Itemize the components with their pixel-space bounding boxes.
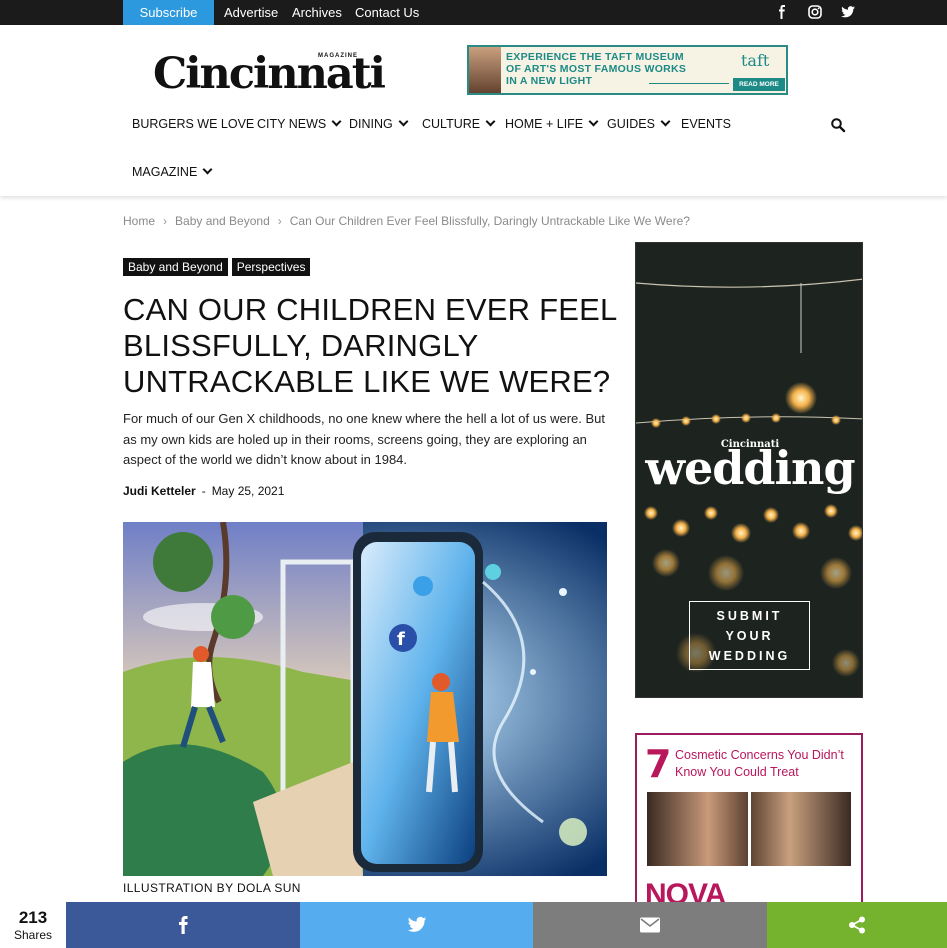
- cosmetic-ad-headline: Cosmetic Concerns You Didn’t Know You Co…: [675, 748, 844, 779]
- svg-text:f: f: [397, 629, 405, 650]
- share-count: 213 Shares: [0, 902, 66, 948]
- nav-events[interactable]: EVENTS: [681, 115, 731, 133]
- chevron-down-icon: [202, 164, 213, 175]
- wedding-ad[interactable]: Cincinnati wedding SUBMIT YOUR WEDDING: [635, 242, 863, 698]
- submit-your-wedding-button[interactable]: SUBMIT YOUR WEDDING: [689, 601, 810, 670]
- byline-separator: -: [201, 484, 206, 498]
- illustration-art: f: [123, 522, 607, 876]
- ad-arrow-line: [649, 83, 729, 84]
- site-header: Cincinnati MAGAZINE EXPERIENCE THE TAFT …: [0, 25, 947, 196]
- twitter-icon: [407, 916, 426, 932]
- nav-home-life[interactable]: HOME + LIFE: [505, 115, 599, 133]
- ad-line-3: IN A NEW LIGHT: [506, 75, 593, 87]
- twitter-icon[interactable]: [840, 4, 856, 20]
- more-share-button[interactable]: [767, 902, 947, 948]
- share-bar: 213 Shares: [0, 902, 947, 948]
- image-caption: ILLUSTRATION BY DOLA SUN: [123, 881, 301, 895]
- tag-baby-and-beyond[interactable]: Baby and Beyond: [123, 258, 228, 276]
- breadcrumb: Home › Baby and Beyond › Can Our Children Ev…: [123, 214, 690, 228]
- main-nav: BURGERS WE LOVE CITY NEWS DINING CULTURE…: [132, 115, 862, 135]
- button-line: WEDDING: [708, 649, 791, 663]
- breadcrumb-category[interactable]: Baby and Beyond: [175, 214, 270, 228]
- chevron-down-icon: [485, 116, 496, 127]
- email-share-button[interactable]: [533, 902, 767, 948]
- nav-label: DINING: [349, 117, 393, 131]
- search-icon[interactable]: [830, 117, 846, 133]
- byline: Judi Ketteler - May 25, 2021: [123, 484, 284, 498]
- article-dek: For much of our Gen X childhoods, no one…: [123, 411, 605, 467]
- email-icon: [640, 917, 660, 933]
- author-link[interactable]: Judi Ketteler: [123, 484, 196, 498]
- twitter-share-button[interactable]: [300, 902, 533, 948]
- ad-portrait-image: [469, 47, 501, 93]
- ad-line-2: OF ART'S MOST FAMOUS WORKS: [506, 63, 687, 75]
- header-banner-ad[interactable]: EXPERIENCE THE TAFT MUSEUM OF ART'S MOST…: [467, 45, 788, 95]
- ad-line-1: EXPERIENCE THE TAFT MUSEUM: [506, 51, 684, 63]
- nav-label: BURGERS WE LOVE: [132, 117, 255, 131]
- nav-burgers-we-love[interactable]: BURGERS WE LOVE: [132, 115, 254, 133]
- ad-brand-logo: taft: [741, 51, 770, 70]
- nav-label: MAGAZINE: [132, 165, 198, 179]
- ad-read-more-button[interactable]: READ MORE: [733, 78, 785, 91]
- advertise-link[interactable]: Advertise: [224, 0, 278, 25]
- wedding-ad-title: wedding: [645, 441, 855, 495]
- article-title: CAN OUR CHILDREN EVER FEEL BLISSFULLY, D…: [123, 292, 617, 399]
- logo-magazine-label: MAGAZINE: [318, 53, 358, 59]
- publish-date: May 25, 2021: [211, 484, 285, 498]
- nav-dining[interactable]: DINING: [349, 115, 409, 133]
- nav-label: EVENTS: [681, 117, 732, 131]
- article-tags: Baby and Beyond Perspectives: [123, 258, 314, 276]
- share-count-number: 213: [18, 908, 48, 927]
- before-after-photo: [647, 792, 851, 866]
- nav-magazine[interactable]: MAGAZINE: [132, 163, 213, 181]
- photo-divider: [748, 792, 751, 866]
- share-icon: [849, 916, 865, 934]
- share-count-label: Shares: [13, 928, 53, 942]
- nav-culture[interactable]: CULTURE: [422, 115, 496, 133]
- tag-perspectives[interactable]: Perspectives: [231, 258, 311, 276]
- subscribe-button[interactable]: Subscribe: [123, 0, 214, 25]
- instagram-icon[interactable]: [807, 4, 823, 20]
- button-line: SUBMIT: [716, 609, 783, 623]
- contact-us-link[interactable]: Contact Us: [355, 0, 419, 25]
- nav-city-news[interactable]: CITY NEWS: [257, 115, 342, 133]
- chevron-down-icon: [588, 116, 599, 127]
- chevron-right-icon: ›: [277, 214, 282, 228]
- ad-headline: EXPERIENCE THE TAFT MUSEUM OF ART'S MOST…: [506, 51, 736, 87]
- cosmetic-ad-number: 7: [645, 742, 672, 786]
- nav-guides[interactable]: GUIDES: [607, 115, 671, 133]
- chevron-down-icon: [660, 116, 671, 127]
- facebook-icon: [179, 916, 188, 934]
- button-line: YOUR: [725, 629, 774, 643]
- chevron-down-icon: [331, 116, 342, 127]
- nav-label: HOME + LIFE: [505, 117, 584, 131]
- archives-link[interactable]: Archives: [292, 0, 342, 25]
- breadcrumb-current: Can Our Children Ever Feel Blissfully, D…: [289, 214, 690, 228]
- nav-label: CITY NEWS: [257, 117, 327, 131]
- facebook-share-button[interactable]: [66, 902, 300, 948]
- chevron-down-icon: [398, 116, 409, 127]
- nav-label: GUIDES: [607, 117, 655, 131]
- article-illustration: f: [123, 522, 607, 876]
- top-bar: Subscribe Advertise Archives Contact Us: [0, 0, 947, 25]
- nav-label: CULTURE: [422, 117, 481, 131]
- breadcrumb-home[interactable]: Home: [123, 214, 155, 228]
- facebook-icon[interactable]: [774, 4, 790, 20]
- chevron-right-icon: ›: [163, 214, 168, 228]
